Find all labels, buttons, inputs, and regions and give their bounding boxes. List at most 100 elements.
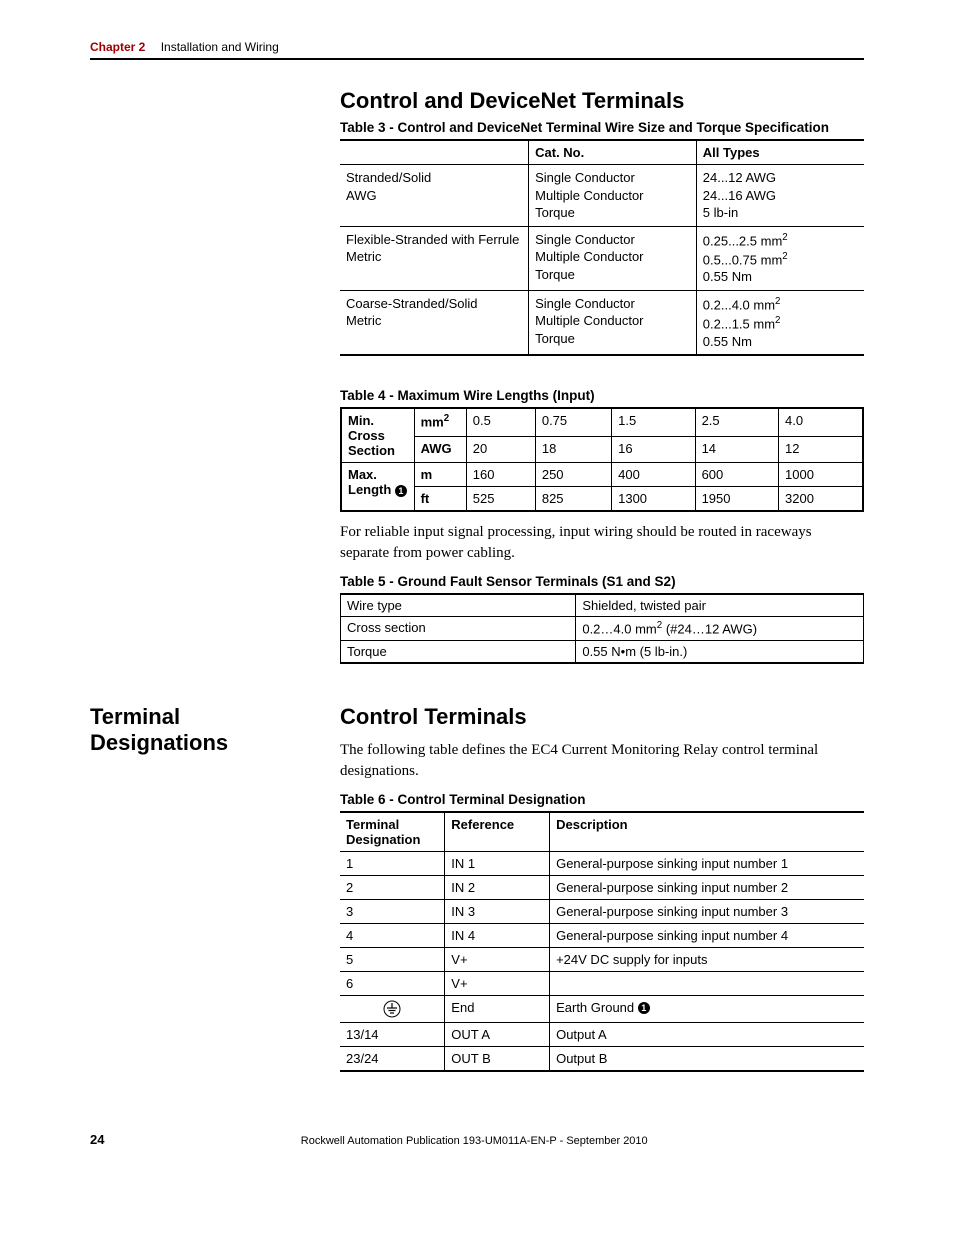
t4-m2: 400 <box>612 463 695 487</box>
t4-c2: 1.5 <box>612 408 695 436</box>
table3: Cat. No. All Types Stranded/Solid AWG Si… <box>340 139 864 356</box>
t3-r1c2c: Torque <box>535 205 575 220</box>
t3-r3c2a: Single Conductor <box>535 296 635 311</box>
t3-r2c1a: Flexible-Stranded with Ferrule <box>346 232 519 247</box>
t6-cell-c: General-purpose sinking input number 2 <box>550 875 864 899</box>
t6-cell-c: General-purpose sinking input number 4 <box>550 923 864 947</box>
table4-caption: Table 4 - Maximum Wire Lengths (Input) <box>340 388 864 403</box>
t3-r3c1a: Coarse-Stranded/Solid <box>346 296 478 311</box>
t4-u4: ft <box>421 491 430 506</box>
t6-cell-c: Earth Ground 1 <box>550 995 864 1022</box>
t6-cell-b: End <box>445 995 550 1022</box>
t6-cell-c: General-purpose sinking input number 3 <box>550 899 864 923</box>
t3-r3c1b: Metric <box>346 313 381 328</box>
t6-h1: Terminal Designation <box>346 817 420 847</box>
note-1-icon: 1 <box>638 1002 650 1014</box>
t4-u1: mm <box>421 415 444 430</box>
t6-cell-a: 3 <box>340 899 445 923</box>
table4: Min. Cross Section mm2 0.5 0.75 1.5 2.5 … <box>340 407 864 512</box>
t4-awg1: 18 <box>535 436 611 462</box>
section-control-devicenet: Control and DeviceNet Terminals Table 3 … <box>90 88 864 664</box>
note-1-icon: 1 <box>395 485 407 497</box>
t3-r3c2b: Multiple Conductor <box>535 313 643 328</box>
t4-u3: m <box>421 467 433 482</box>
t5-r3a: Torque <box>347 644 387 659</box>
t4-ft0: 525 <box>466 487 535 512</box>
t4-ft3: 1950 <box>695 487 778 512</box>
t6-cell-b: V+ <box>445 971 550 995</box>
t4-c0: 0.5 <box>466 408 535 436</box>
t5-r2a: Cross section <box>347 620 426 635</box>
t3-r1c2b: Multiple Conductor <box>535 188 643 203</box>
t3-h-all: All Types <box>703 145 760 160</box>
t3-r1c3c: 5 lb-in <box>703 205 738 220</box>
t3-r3c3c: 0.55 Nm <box>703 334 752 349</box>
paragraph-control-terminals: The following table defines the EC4 Curr… <box>340 740 864 782</box>
t3-r2c3b: 0.5...0.75 mm <box>703 252 782 267</box>
section-terminal-designations: Terminal Designations Control Terminals … <box>90 704 864 1072</box>
t4-m4: 1000 <box>779 463 863 487</box>
t6-cell-c: +24V DC supply for inputs <box>550 947 864 971</box>
t3-r3c2c: Torque <box>535 331 575 346</box>
section-heading-control-terminals: Control Terminals <box>340 704 864 730</box>
chapter-label: Chapter 2 <box>90 40 145 54</box>
side-heading-terminal-designations: Terminal Designations <box>90 704 320 756</box>
t6-cell-a: 4 <box>340 923 445 947</box>
t5-r2b-post: (#24…12 AWG) <box>662 622 757 637</box>
t6-cell-a: 5 <box>340 947 445 971</box>
t6-cell-b: IN 1 <box>445 851 550 875</box>
t4-awg0: 20 <box>466 436 535 462</box>
t6-cell-a: 2 <box>340 875 445 899</box>
t5-r2b-pre: 0.2…4.0 mm <box>582 622 656 637</box>
t6-cell-b: OUT A <box>445 1022 550 1046</box>
t3-r1c3b: 24...16 AWG <box>703 188 776 203</box>
t3-r2c3c: 0.55 Nm <box>703 269 752 284</box>
t5-r1b: Shielded, twisted pair <box>582 598 706 613</box>
table5: Wire type Shielded, twisted pair Cross s… <box>340 593 864 663</box>
t4-awg3: 14 <box>695 436 778 462</box>
t3-r1c1b: AWG <box>346 188 377 203</box>
t5-r3b: 0.55 N•m (5 lb-in.) <box>582 644 687 659</box>
t3-h-cat: Cat. No. <box>535 145 584 160</box>
t4-awg4: 12 <box>779 436 863 462</box>
t6-h2: Reference <box>451 817 514 832</box>
page-header: Chapter 2 Installation and Wiring <box>90 40 864 60</box>
table6-caption: Table 6 - Control Terminal Designation <box>340 792 864 807</box>
t6-cell-b: IN 2 <box>445 875 550 899</box>
t4-c1: 0.75 <box>535 408 611 436</box>
t6-cell-a <box>340 995 445 1022</box>
t3-r2c2a: Single Conductor <box>535 232 635 247</box>
t5-r1a: Wire type <box>347 598 402 613</box>
t3-r2c1b: Metric <box>346 249 381 264</box>
page-number: 24 <box>90 1132 104 1147</box>
t3-r1c2a: Single Conductor <box>535 170 635 185</box>
t3-r2c2c: Torque <box>535 267 575 282</box>
t6-cell-c: Output B <box>550 1046 864 1071</box>
t4-m3: 600 <box>695 463 778 487</box>
t3-r3c3a: 0.2...4.0 mm <box>703 297 775 312</box>
t4-ft1: 825 <box>535 487 611 512</box>
t6-cell-a: 23/24 <box>340 1046 445 1071</box>
chapter-title: Installation and Wiring <box>161 40 279 54</box>
table3-caption: Table 3 - Control and DeviceNet Terminal… <box>340 120 864 135</box>
t3-r1c1a: Stranded/Solid <box>346 170 431 185</box>
t4-ft2: 1300 <box>612 487 695 512</box>
t6-cell-c <box>550 971 864 995</box>
t3-r3c3b: 0.2...1.5 mm <box>703 316 775 331</box>
paragraph-input-wiring: For reliable input signal processing, in… <box>340 522 864 564</box>
t6-cell-a: 6 <box>340 971 445 995</box>
t4-c3: 2.5 <box>695 408 778 436</box>
t3-r2c3a: 0.25...2.5 mm <box>703 233 782 248</box>
t4-m0: 160 <box>466 463 535 487</box>
t4-u2: AWG <box>421 441 452 456</box>
section-heading: Control and DeviceNet Terminals <box>340 88 864 114</box>
t4-c4: 4.0 <box>779 408 863 436</box>
t6-cell-a: 13/14 <box>340 1022 445 1046</box>
t6-h3: Description <box>556 817 628 832</box>
t4-rh2: Max. Length <box>348 467 395 497</box>
t6-cell-b: OUT B <box>445 1046 550 1071</box>
earth-ground-icon <box>383 1000 401 1018</box>
t4-awg2: 16 <box>612 436 695 462</box>
t3-r1c3a: 24...12 AWG <box>703 170 776 185</box>
t4-rh1: Min. Cross Section <box>348 413 395 458</box>
